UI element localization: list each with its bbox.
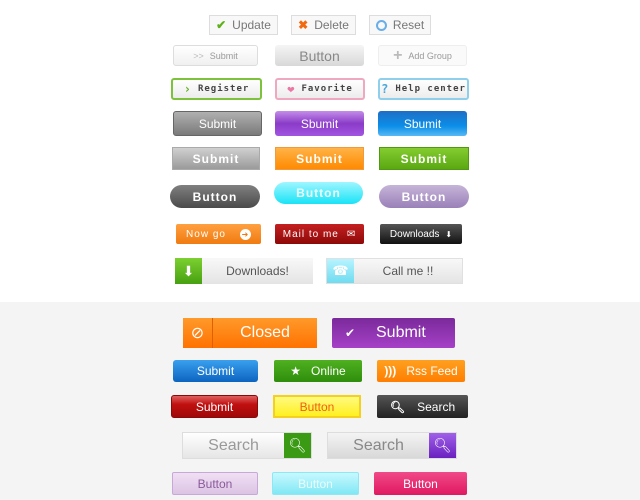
question-icon: ? [381, 82, 390, 96]
submit-button-silver[interactable]: Submit [172, 147, 260, 170]
now-go-button[interactable]: Now go ➜ [176, 224, 261, 244]
search-field-purple[interactable]: Search 🔍︎ [327, 432, 457, 459]
call-me-button[interactable]: ☎ Call me !! [326, 258, 463, 284]
submit-button-gray[interactable]: Submit [173, 111, 262, 136]
arrow-down-icon: ⬇ [445, 229, 453, 239]
search-field-green[interactable]: Search 🔍︎ [182, 432, 312, 459]
sbumit-button-purple[interactable]: Sbumit [275, 111, 364, 136]
submit-button-purple-large[interactable]: ✔ Submit [332, 318, 455, 348]
button-yellow[interactable]: Button [273, 395, 361, 418]
rss-feed-button[interactable]: ))) Rss Feed [377, 360, 465, 382]
downloads-button[interactable]: ⬇ Downloads! [175, 258, 313, 284]
button-lavender[interactable]: Button [172, 472, 258, 495]
search-icon: 🔍︎ [389, 399, 406, 414]
submit-button-orange[interactable]: Submit [275, 147, 364, 170]
favorite-button[interactable]: ❤ Favorite [275, 78, 365, 100]
reset-button[interactable]: Reset [369, 15, 431, 35]
button-gray[interactable]: Button [275, 45, 364, 66]
closed-button[interactable]: ⊘ Closed [183, 318, 317, 348]
button-pink[interactable]: Button [374, 472, 467, 495]
circle-icon [375, 19, 387, 31]
phone-icon: ☎ [327, 259, 354, 283]
envelope-icon: ✉ [346, 228, 357, 240]
button-cyan[interactable]: Button [272, 472, 359, 495]
prohibited-icon: ⊘ [183, 318, 213, 348]
rss-icon: ))) [384, 364, 397, 378]
online-button[interactable]: ★ Online [274, 360, 362, 382]
double-chevron-icon: >> [193, 50, 204, 61]
submit-button-blue[interactable]: Submit [173, 360, 258, 382]
add-group-button[interactable]: + Add Group [378, 45, 467, 66]
chevron-right-icon: › [183, 82, 192, 96]
arrow-circle-icon: ➜ [239, 228, 251, 240]
button-pill-cyan[interactable]: Button [274, 182, 363, 204]
search-icon[interactable]: 🔍︎ [284, 433, 311, 458]
delete-button[interactable]: ✖ Delete [291, 15, 356, 35]
downloads-button-dark[interactable]: Downloads ⬇ [380, 224, 462, 244]
check-icon: ✔ [216, 18, 227, 32]
submit-button-light[interactable]: >> Submit [173, 45, 258, 66]
download-icon: ⬇ [175, 258, 202, 284]
check-icon: ✔ [344, 326, 356, 340]
search-button-dark[interactable]: 🔍︎ Search [377, 395, 468, 418]
heart-icon: ❤ [287, 82, 296, 96]
search-icon[interactable]: 🔍︎ [429, 433, 456, 458]
submit-button-green[interactable]: Submit [379, 147, 469, 170]
submit-button-red[interactable]: Submit [171, 395, 258, 418]
register-button[interactable]: › Register [171, 78, 262, 100]
sbumit-button-blue[interactable]: Sbumit [378, 111, 467, 136]
button-pill-dark[interactable]: Button [170, 185, 260, 208]
plus-icon: + [393, 46, 403, 64]
star-icon: ★ [290, 364, 302, 378]
mail-to-me-button[interactable]: Mail to me ✉ [275, 224, 364, 244]
x-icon: ✖ [298, 18, 309, 32]
update-button[interactable]: ✔ Update [209, 15, 278, 35]
help-center-button[interactable]: ? Help center [378, 78, 469, 100]
button-pill-lavender[interactable]: Button [379, 185, 469, 208]
